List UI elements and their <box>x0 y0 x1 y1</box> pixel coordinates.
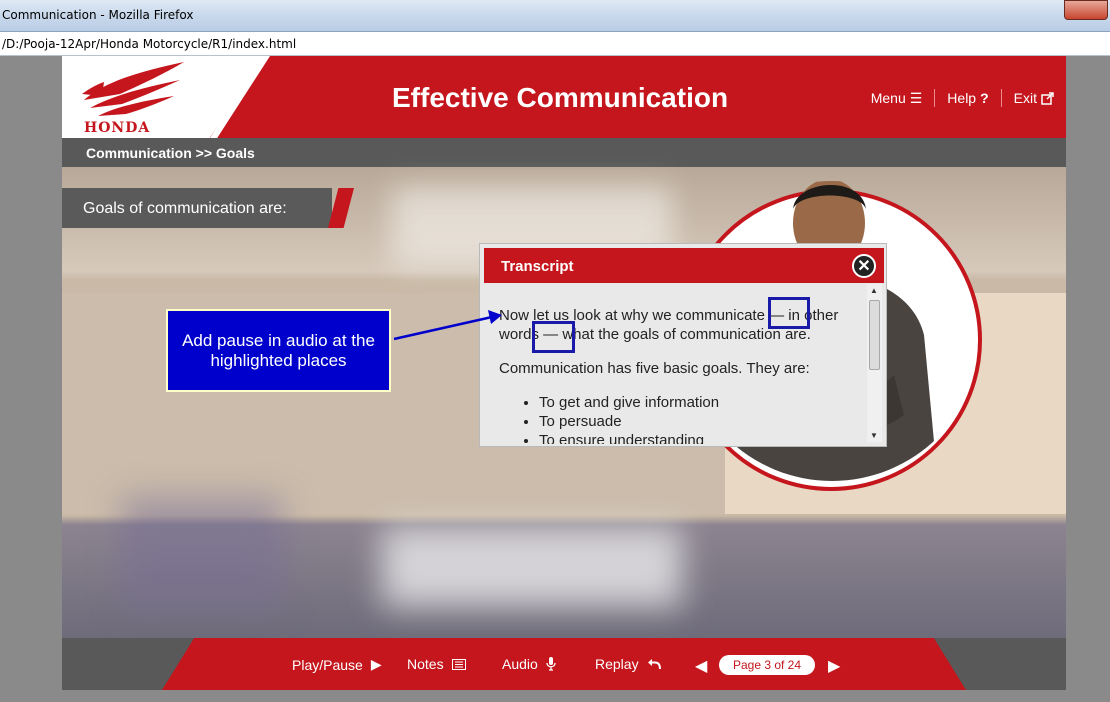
list-item: To ensure understanding <box>539 431 864 444</box>
replay-button[interactable]: Replay <box>595 656 661 672</box>
notes-button[interactable]: Notes <box>407 656 466 672</box>
menu-label: Menu <box>870 90 906 106</box>
address-bar[interactable]: /D:/Pooja-12Apr/Honda Motorcycle/R1/inde… <box>0 32 1110 56</box>
player-controls: Play/Pause ▶ Notes Audio Replay ◀ Page 3… <box>62 638 1066 690</box>
scroll-down-icon[interactable]: ▼ <box>870 431 878 440</box>
goals-list: To get and give information To persuade … <box>499 393 864 444</box>
window-close-button[interactable] <box>1064 0 1108 20</box>
course-title: Effective Communication <box>392 82 729 113</box>
highlight-box <box>532 321 575 353</box>
list-item: To get and give information <box>539 393 864 412</box>
previous-page-button[interactable]: ◀ <box>695 656 707 676</box>
play-pause-button[interactable]: Play/Pause ▶ <box>292 656 382 673</box>
transcript-scrollbar[interactable]: ▲ ▼ <box>867 284 882 442</box>
menu-button[interactable]: Menu ☰ <box>859 90 935 107</box>
close-icon: ✕ <box>857 258 871 275</box>
notes-icon <box>451 658 466 670</box>
background-blur <box>122 497 282 607</box>
background-blur <box>382 527 682 607</box>
close-button[interactable]: ✕ <box>852 254 876 278</box>
list-item: To persuade <box>539 412 864 431</box>
help-button[interactable]: Help ? <box>935 90 1000 106</box>
microphone-icon <box>546 657 556 671</box>
replay-icon <box>647 659 661 670</box>
play-pause-label: Play/Pause <box>292 656 363 673</box>
highlight-box <box>768 297 810 329</box>
help-icon: ? <box>980 90 989 106</box>
scroll-up-icon[interactable]: ▲ <box>870 286 878 295</box>
next-page-button[interactable]: ▶ <box>828 656 840 676</box>
exit-button[interactable]: Exit <box>1002 90 1066 106</box>
top-nav: Menu ☰ Help ? Exit <box>859 88 1066 108</box>
annotation-arrow-icon <box>393 310 502 341</box>
window-title: Communication - Mozilla Firefox <box>2 8 194 22</box>
breadcrumb: Communication >> Goals <box>86 145 255 161</box>
slide-heading: Goals of communication are: <box>83 200 287 217</box>
chevron-right-icon: ▶ <box>828 658 841 675</box>
transcript-paragraph: Communication has five basic goals. They… <box>499 360 810 377</box>
notes-label: Notes <box>407 656 444 672</box>
brand-wordmark: HONDA <box>84 120 151 136</box>
scroll-thumb[interactable] <box>869 300 880 370</box>
annotation-callout: Add pause in audio at the highlighted pl… <box>166 309 391 392</box>
transcript-header: Transcript ✕ <box>484 248 884 283</box>
play-icon: ▶ <box>370 656 382 672</box>
page-indicator: Page 3 of 24 <box>719 655 815 675</box>
exit-label: Exit <box>1013 90 1037 106</box>
player-footer: Play/Pause ▶ Notes Audio Replay ◀ Page 3… <box>62 638 1066 690</box>
chevron-left-icon: ◀ <box>695 658 708 675</box>
external-link-icon <box>1041 91 1054 105</box>
annotation-text: Add pause in audio at the highlighted pl… <box>182 330 375 370</box>
breadcrumb-bar: Communication >> Goals <box>62 138 1066 167</box>
replay-label: Replay <box>595 656 639 672</box>
course-header: HONDA Effective Communication Menu ☰ Hel… <box>62 56 1066 138</box>
menu-icon: ☰ <box>909 89 923 106</box>
audio-button[interactable]: Audio <box>502 656 556 672</box>
transcript-title: Transcript <box>501 258 574 275</box>
url-text[interactable]: /D:/Pooja-12Apr/Honda Motorcycle/R1/inde… <box>2 37 296 51</box>
honda-wing-logo-icon <box>82 62 184 116</box>
browser-title-bar: Communication - Mozilla Firefox <box>0 0 1110 32</box>
audio-label: Audio <box>502 656 538 672</box>
help-label: Help <box>947 90 977 106</box>
